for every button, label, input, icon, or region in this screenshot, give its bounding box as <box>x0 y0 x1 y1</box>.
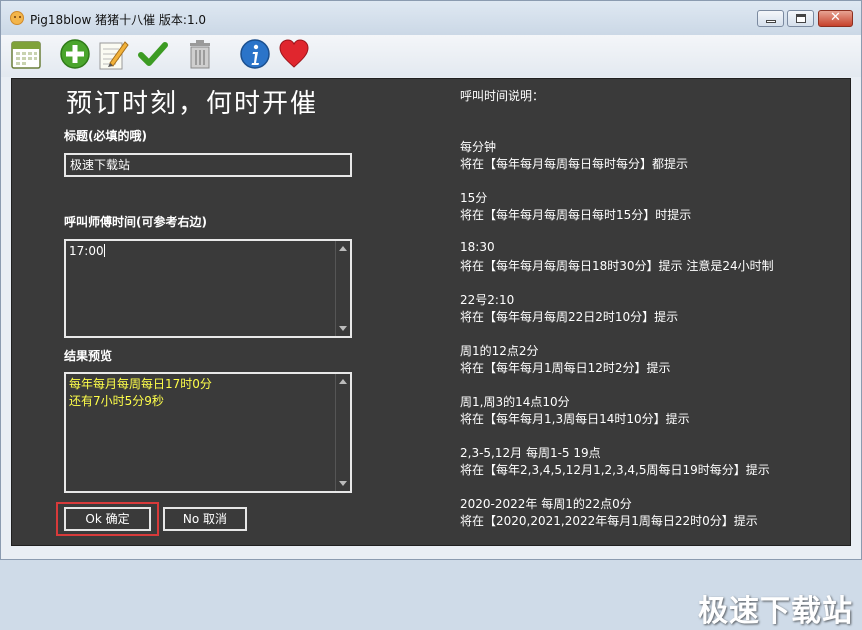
scroll-up-icon[interactable] <box>339 246 347 251</box>
title-bar: Pig18blow 猪猪十八催 版本:1.0 ✕ <box>1 1 861 35</box>
help-example: 18:30 <box>460 240 495 254</box>
main-panel: 预订时刻，何时开催 标题(必填的哦) 极速下载站 呼叫师傅时间(可参考右边) 1… <box>11 78 852 629</box>
help-description: 将在【每年2,3,4,5,12月1,2,3,4,5周每日19时每分】提示 <box>460 463 770 477</box>
page-title: 预订时刻，何时开催 <box>66 89 319 119</box>
preview-line: 还有7小时5分9秒 <box>69 394 164 408</box>
ok-button[interactable]: Ok 确定 <box>64 507 151 531</box>
help-example: 周1,周3的14点10分 <box>460 395 570 409</box>
info-icon[interactable] <box>238 37 272 71</box>
help-description: 将在【每年每月每周每日18时30分】提示 注意是24小时制 <box>460 259 774 273</box>
cancel-button[interactable]: No 取消 <box>163 507 247 531</box>
maximize-button[interactable] <box>787 10 814 27</box>
help-description: 将在【每年每月1周每日12时2分】提示 <box>460 361 671 375</box>
scroll-down-icon[interactable] <box>339 481 347 486</box>
preview-textarea[interactable]: 每年每月每周每日17时0分 还有7小时5分9秒 <box>64 372 352 493</box>
help-description: 将在【每年每月每周22日2时10分】提示 <box>460 310 679 324</box>
heart-icon[interactable] <box>277 37 311 71</box>
help-example: 22号2:10 <box>460 293 515 307</box>
text-caret <box>103 244 105 257</box>
help-title: 呼叫时间说明： <box>460 89 545 103</box>
toolbar <box>1 35 861 77</box>
add-icon[interactable] <box>58 37 92 71</box>
help-example: 15分 <box>460 191 488 205</box>
title-label: 标题(必填的哦) <box>64 129 147 143</box>
time-textarea[interactable]: 17:00 <box>64 239 352 338</box>
trash-icon[interactable] <box>183 37 217 71</box>
help-description: 将在【2020,2021,2022年每月1周每日22时0分】提示 <box>460 514 758 528</box>
scroll-down-icon[interactable] <box>339 326 347 331</box>
calendar-icon[interactable] <box>9 37 43 71</box>
check-icon[interactable] <box>136 37 170 71</box>
help-description: 将在【每年每月每周每日每时15分】时提示 <box>460 208 692 222</box>
help-example: 周1的12点2分 <box>460 344 539 358</box>
preview-line: 每年每月每周每日17时0分 <box>69 377 212 391</box>
preview-label: 结果预览 <box>64 349 113 363</box>
app-window: Pig18blow 猪猪十八催 版本:1.0 ✕ 预订时刻，何时开催 标题(必填… <box>0 0 862 629</box>
help-example: 2020-2022年 每周1的22点0分 <box>460 497 632 511</box>
scrollbar[interactable] <box>335 374 350 491</box>
pig-app-icon <box>10 11 24 25</box>
minimize-button[interactable] <box>757 10 784 27</box>
preview-text: 每年每月每周每日17时0分 还有7小时5分9秒 <box>69 376 334 410</box>
time-value-line: 17:00 <box>69 243 334 260</box>
maximize-icon <box>796 14 806 23</box>
time-label: 呼叫师傅时间(可参考右边) <box>64 215 207 229</box>
help-example: 每分钟 <box>460 140 497 154</box>
scrollbar[interactable] <box>335 241 350 336</box>
scroll-up-icon[interactable] <box>339 379 347 384</box>
close-button[interactable]: ✕ <box>818 10 853 27</box>
watermark: 极速下载站 <box>698 594 853 629</box>
title-input[interactable]: 极速下载站 <box>64 153 352 177</box>
edit-icon[interactable] <box>96 37 130 71</box>
close-icon: ✕ <box>830 10 841 25</box>
window-title: Pig18blow 猪猪十八催 版本:1.0 <box>30 13 207 27</box>
help-description: 将在【每年每月每周每日每时每分】都提示 <box>460 157 689 171</box>
help-description: 将在【每年每月1,3周每日14时10分】提示 <box>460 412 690 426</box>
help-example: 2,3-5,12月 每周1-5 19点 <box>460 446 601 460</box>
time-value: 17:00 <box>69 244 104 258</box>
minimize-icon <box>766 20 776 23</box>
